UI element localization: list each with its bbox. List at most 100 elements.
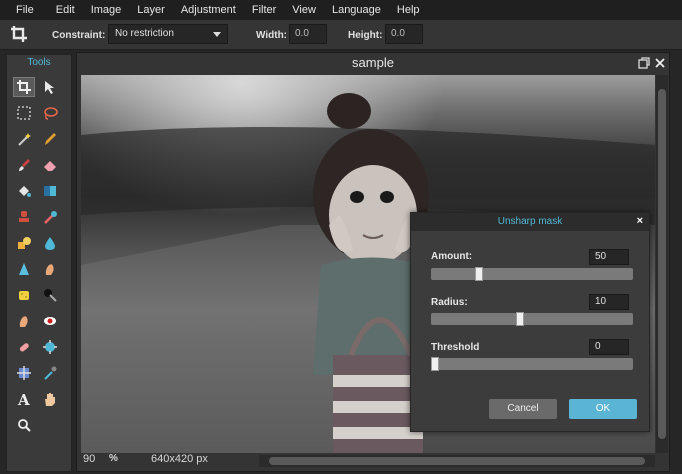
vertical-scroll-thumb[interactable] — [658, 89, 666, 439]
tool-hand[interactable] — [39, 389, 61, 409]
sponge-icon — [19, 291, 29, 300]
constraint-label: Constraint: — [52, 30, 106, 41]
unsharp-mask-dialog: Unsharp mask × Amount: 50 Radius: 10 Thr… — [410, 212, 650, 432]
zoom-value[interactable]: 90 — [83, 453, 95, 469]
amount-slider-handle[interactable] — [475, 267, 484, 281]
amount-slider[interactable] — [431, 267, 633, 281]
zoom-unit: % — [109, 453, 118, 464]
menu-view[interactable]: View — [284, 0, 324, 20]
tool-type[interactable]: A — [13, 389, 35, 409]
menu-filter[interactable]: Filter — [244, 0, 284, 20]
tool-zoom[interactable] — [13, 415, 35, 435]
tool-burn[interactable] — [13, 311, 35, 331]
dodge-icon — [44, 289, 57, 302]
tool-pinch[interactable] — [13, 363, 35, 383]
tool-smudge[interactable] — [39, 259, 61, 279]
tool-crop[interactable] — [13, 77, 35, 97]
tool-gradient[interactable] — [39, 181, 61, 201]
eraser-icon — [44, 161, 56, 171]
gradient-icon — [44, 186, 56, 196]
tool-brush[interactable] — [13, 155, 35, 175]
horizontal-scroll-thumb[interactable] — [269, 457, 645, 465]
height-input[interactable]: 0.0 — [385, 24, 423, 44]
blur-icon — [45, 237, 55, 250]
color-replace-icon — [44, 211, 57, 224]
clone-stamp-icon — [19, 211, 29, 222]
type-icon: A — [17, 391, 30, 407]
pencil-icon — [45, 133, 56, 145]
tool-color-replace[interactable] — [39, 207, 61, 227]
tool-dodge[interactable] — [39, 285, 61, 305]
restore-window-icon[interactable] — [637, 56, 651, 70]
tool-color-picker[interactable] — [39, 363, 61, 383]
red-eye-icon — [44, 317, 56, 325]
burn-icon — [19, 316, 28, 327]
menu-language[interactable]: Language — [324, 0, 389, 20]
bucket-icon — [19, 186, 31, 197]
tool-marquee[interactable] — [13, 103, 35, 123]
zoom-icon — [18, 419, 31, 432]
tool-bucket[interactable] — [13, 181, 35, 201]
constraint-select[interactable]: No restriction — [108, 24, 228, 44]
horizontal-scrollbar[interactable] — [259, 455, 655, 467]
ok-button[interactable]: OK — [569, 399, 637, 419]
options-bar: Constraint: No restriction Width: 0.0 He… — [0, 20, 682, 50]
cancel-button[interactable]: Cancel — [489, 399, 557, 419]
tool-lasso[interactable] — [39, 103, 61, 123]
menu-adjustment[interactable]: Adjustment — [173, 0, 244, 20]
threshold-slider[interactable] — [431, 357, 633, 371]
menu-file[interactable]: File — [0, 0, 48, 20]
move-icon — [45, 81, 54, 94]
tool-spot-heal[interactable] — [13, 337, 35, 357]
tool-eraser[interactable] — [39, 155, 61, 175]
brush-icon — [19, 159, 30, 171]
tool-draw-shape[interactable] — [13, 233, 35, 253]
tools-panel: Tools A — [6, 54, 72, 472]
lasso-icon — [44, 107, 58, 120]
tool-sharpen[interactable] — [13, 259, 35, 279]
menu-image[interactable]: Image — [83, 0, 130, 20]
radius-input[interactable]: 10 — [589, 294, 629, 310]
crop-icon — [17, 80, 31, 94]
threshold-label: Threshold — [431, 342, 480, 353]
tool-move[interactable] — [39, 77, 61, 97]
color-picker-icon — [44, 366, 57, 380]
svg-text:A: A — [17, 391, 30, 407]
marquee-icon — [17, 106, 31, 120]
tool-blur[interactable] — [39, 233, 61, 253]
tools-title: Tools — [27, 57, 51, 68]
pinch-icon — [17, 366, 31, 380]
radius-slider[interactable] — [431, 312, 633, 326]
menu-bar: File Edit Image Layer Adjustment Filter … — [0, 0, 682, 20]
tool-sponge[interactable] — [13, 285, 35, 305]
canvas-title: sample — [352, 55, 394, 70]
tool-magic-wand[interactable] — [13, 129, 35, 149]
constraint-value: No restriction — [115, 28, 174, 39]
image-dimensions: 640x420 px — [151, 453, 208, 465]
close-icon[interactable]: × — [637, 215, 643, 227]
tool-clone-stamp[interactable] — [13, 207, 35, 227]
amount-label: Amount: — [431, 251, 473, 262]
threshold-input[interactable]: 0 — [589, 339, 629, 355]
menu-help[interactable]: Help — [389, 0, 428, 20]
tool-pencil[interactable] — [39, 129, 61, 149]
width-label: Width: — [256, 30, 288, 41]
draw-shape-icon — [18, 237, 31, 249]
tool-red-eye[interactable] — [39, 311, 61, 331]
radius-label: Radius: — [431, 297, 468, 308]
width-input[interactable]: 0.0 — [289, 24, 327, 44]
threshold-slider-handle[interactable] — [431, 357, 440, 371]
amount-input[interactable]: 50 — [589, 249, 629, 265]
dialog-title: Unsharp mask — [411, 213, 649, 231]
close-window-icon[interactable] — [653, 56, 667, 70]
vertical-scrollbar[interactable] — [656, 75, 668, 453]
menu-layer[interactable]: Layer — [129, 0, 173, 20]
tool-bloat[interactable] — [39, 337, 61, 357]
smudge-icon — [45, 264, 54, 275]
menu-edit[interactable]: Edit — [48, 0, 83, 20]
chevron-down-icon — [213, 32, 221, 37]
radius-slider-handle[interactable] — [515, 312, 524, 326]
sharpen-icon — [19, 263, 29, 275]
height-label: Height: — [348, 30, 383, 41]
crop-icon — [11, 26, 27, 42]
